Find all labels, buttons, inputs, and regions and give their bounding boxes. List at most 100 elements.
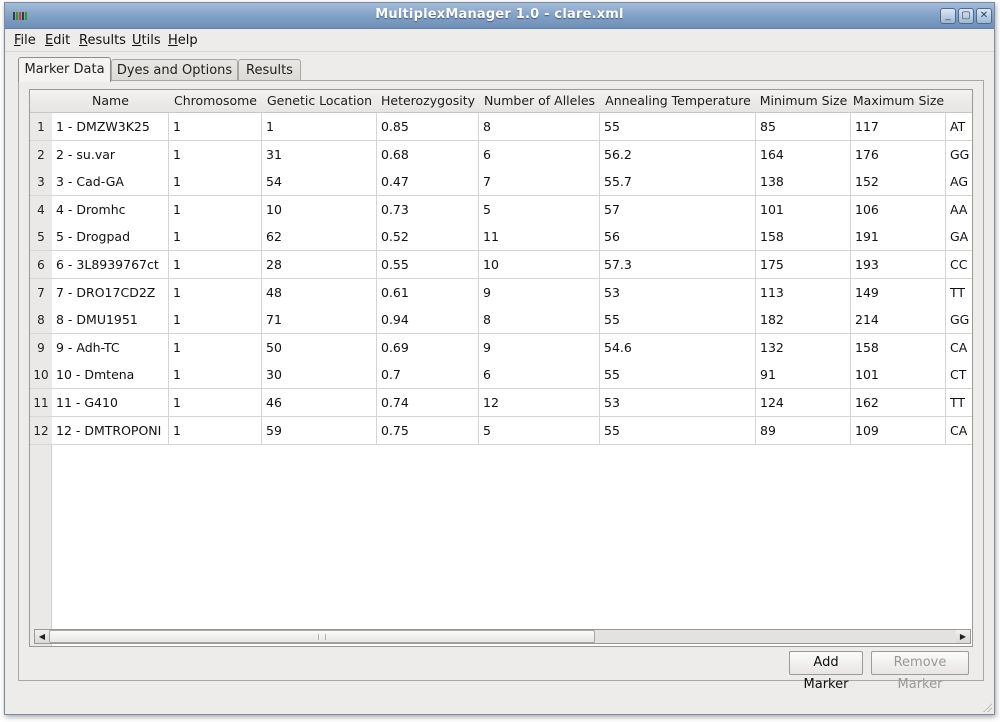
table-cell[interactable]: 0.52: [377, 223, 479, 252]
title-bar[interactable]: MultiplexManager 1.0 - clare.xml _ ▢ ✕: [5, 3, 994, 29]
table-cell[interactable]: 164: [756, 140, 851, 169]
column-header[interactable]: Heterozygosity: [377, 90, 479, 113]
column-header[interactable]: Minimum Size: [756, 90, 851, 113]
table-cell[interactable]: TT: [946, 389, 972, 417]
table-cell[interactable]: 176: [851, 140, 946, 169]
column-header[interactable]: Chromosome: [169, 90, 262, 113]
row-number[interactable]: 1: [30, 113, 52, 141]
table-cell[interactable]: CT: [946, 361, 972, 390]
menu-results[interactable]: Results: [79, 33, 126, 48]
table-cell[interactable]: 113: [756, 278, 851, 307]
close-icon[interactable]: ✕: [976, 8, 992, 24]
table-cell[interactable]: 182: [756, 306, 851, 335]
table-cell[interactable]: 30: [262, 361, 377, 390]
column-header[interactable]: Genetic Location: [262, 90, 377, 113]
row-number[interactable]: 11: [30, 389, 52, 417]
table-cell[interactable]: 11: [479, 223, 600, 252]
table-cell[interactable]: 6 - 3L8939767ct: [52, 251, 169, 279]
column-header[interactable]: Maximum Size: [851, 90, 946, 113]
row-number[interactable]: 2: [30, 140, 52, 169]
tab-dyes-and-options[interactable]: Dyes and Options: [111, 59, 238, 81]
table-cell[interactable]: 1: [169, 333, 262, 362]
table-cell[interactable]: CA: [946, 333, 972, 362]
table-row[interactable]: 44 - Dromhc 1 10 0.73 5 57 101 106 AA: [30, 195, 972, 224]
table-cell[interactable]: 1: [169, 361, 262, 390]
table-row[interactable]: 99 - Adh-TC 1 50 0.69 9 54.6 132 158 CA: [30, 333, 972, 362]
table-cell[interactable]: 55: [600, 416, 756, 445]
table-cell[interactable]: 158: [851, 333, 946, 362]
table-cell[interactable]: 85: [756, 113, 851, 141]
minimize-icon[interactable]: _: [940, 8, 956, 24]
scrollbar-thumb[interactable]: [49, 630, 595, 643]
table-cell[interactable]: 175: [756, 251, 851, 279]
table-cell[interactable]: 7 - DRO17CD2Z: [52, 278, 169, 307]
row-number[interactable]: 6: [30, 251, 52, 279]
table-cell[interactable]: 1: [262, 113, 377, 141]
add-marker-button[interactable]: Add Marker: [789, 651, 863, 692]
table-cell[interactable]: 109: [851, 416, 946, 445]
table-cell[interactable]: 0.68: [377, 140, 479, 169]
table-cell[interactable]: 54.6: [600, 333, 756, 362]
table-cell[interactable]: 1: [169, 168, 262, 197]
table-cell[interactable]: 7: [479, 168, 600, 197]
table-cell[interactable]: 0.55: [377, 251, 479, 279]
table-cell[interactable]: 0.61: [377, 278, 479, 307]
table-cell[interactable]: 1: [169, 195, 262, 224]
menu-file[interactable]: File: [14, 33, 36, 48]
table-cell[interactable]: 0.69: [377, 333, 479, 362]
row-number[interactable]: 10: [30, 361, 52, 390]
table-cell[interactable]: 4 - Dromhc: [52, 195, 169, 224]
table-row[interactable]: 33 - Cad-GA 1 54 0.47 7 55.7 138 152 AG: [30, 168, 972, 197]
table-cell[interactable]: 0.47: [377, 168, 479, 197]
table-cell[interactable]: 124: [756, 389, 851, 417]
table-cell[interactable]: 10: [479, 251, 600, 279]
table-cell[interactable]: 54: [262, 168, 377, 197]
table-cell[interactable]: 0.94: [377, 306, 479, 335]
table-cell[interactable]: 57: [600, 195, 756, 224]
table-cell[interactable]: 0.85: [377, 113, 479, 141]
table-cell[interactable]: AG: [946, 168, 972, 197]
table-cell[interactable]: 56.2: [600, 140, 756, 169]
column-header[interactable]: [946, 90, 972, 113]
table-cell[interactable]: 48: [262, 278, 377, 307]
table-cell[interactable]: 0.74: [377, 389, 479, 417]
table-cell[interactable]: 31: [262, 140, 377, 169]
table-row[interactable]: 77 - DRO17CD2Z 1 48 0.61 9 53 113 149 TT: [30, 278, 972, 307]
scroll-left-icon[interactable]: ◀: [35, 630, 49, 643]
table-cell[interactable]: 9: [479, 278, 600, 307]
table-cell[interactable]: 89: [756, 416, 851, 445]
table-row[interactable]: 12 12 - DMTROPONI 1 59 0.75 5 55 89 109 CA: [30, 416, 972, 445]
table-cell[interactable]: 5: [479, 195, 600, 224]
table-cell[interactable]: 59: [262, 416, 377, 445]
table-cell[interactable]: TT: [946, 278, 972, 307]
maximize-icon[interactable]: ▢: [958, 8, 974, 24]
row-number[interactable]: 7: [30, 278, 52, 307]
table-cell[interactable]: 53: [600, 389, 756, 417]
table-cell[interactable]: 138: [756, 168, 851, 197]
table-cell[interactable]: 2 - su.var: [52, 140, 169, 169]
table-cell[interactable]: 0.7: [377, 361, 479, 390]
tab-marker-data[interactable]: Marker Data: [18, 57, 111, 82]
table-cell[interactable]: 9: [479, 333, 600, 362]
table-row[interactable]: 11 - DMZW3K25 1 1 0.85 8 55 85 117 AT: [30, 113, 972, 141]
table-cell[interactable]: 3 - Cad-GA: [52, 168, 169, 197]
row-number[interactable]: 4: [30, 195, 52, 224]
table-cell[interactable]: 1: [169, 223, 262, 252]
table-cell[interactable]: 11 - G410: [52, 389, 169, 417]
column-header[interactable]: Name: [52, 90, 169, 113]
table-row[interactable]: 88 - DMU1951 1 71 0.94 8 55 182 214 GG: [30, 306, 972, 335]
table-cell[interactable]: 91: [756, 361, 851, 390]
table-cell[interactable]: 6: [479, 140, 600, 169]
table-cell[interactable]: 28: [262, 251, 377, 279]
table-cell[interactable]: 55.7: [600, 168, 756, 197]
tab-results[interactable]: Results: [238, 59, 301, 81]
table-cell[interactable]: 101: [756, 195, 851, 224]
table-row[interactable]: 66 - 3L8939767ct 1 28 0.55 10 57.3 175 193 CC: [30, 251, 972, 279]
table-cell[interactable]: 57.3: [600, 251, 756, 279]
table-cell[interactable]: 193: [851, 251, 946, 279]
table-cell[interactable]: AT: [946, 113, 972, 141]
table-cell[interactable]: 158: [756, 223, 851, 252]
table-cell[interactable]: 8: [479, 306, 600, 335]
table-cell[interactable]: 12: [479, 389, 600, 417]
table-cell[interactable]: GA: [946, 223, 972, 252]
